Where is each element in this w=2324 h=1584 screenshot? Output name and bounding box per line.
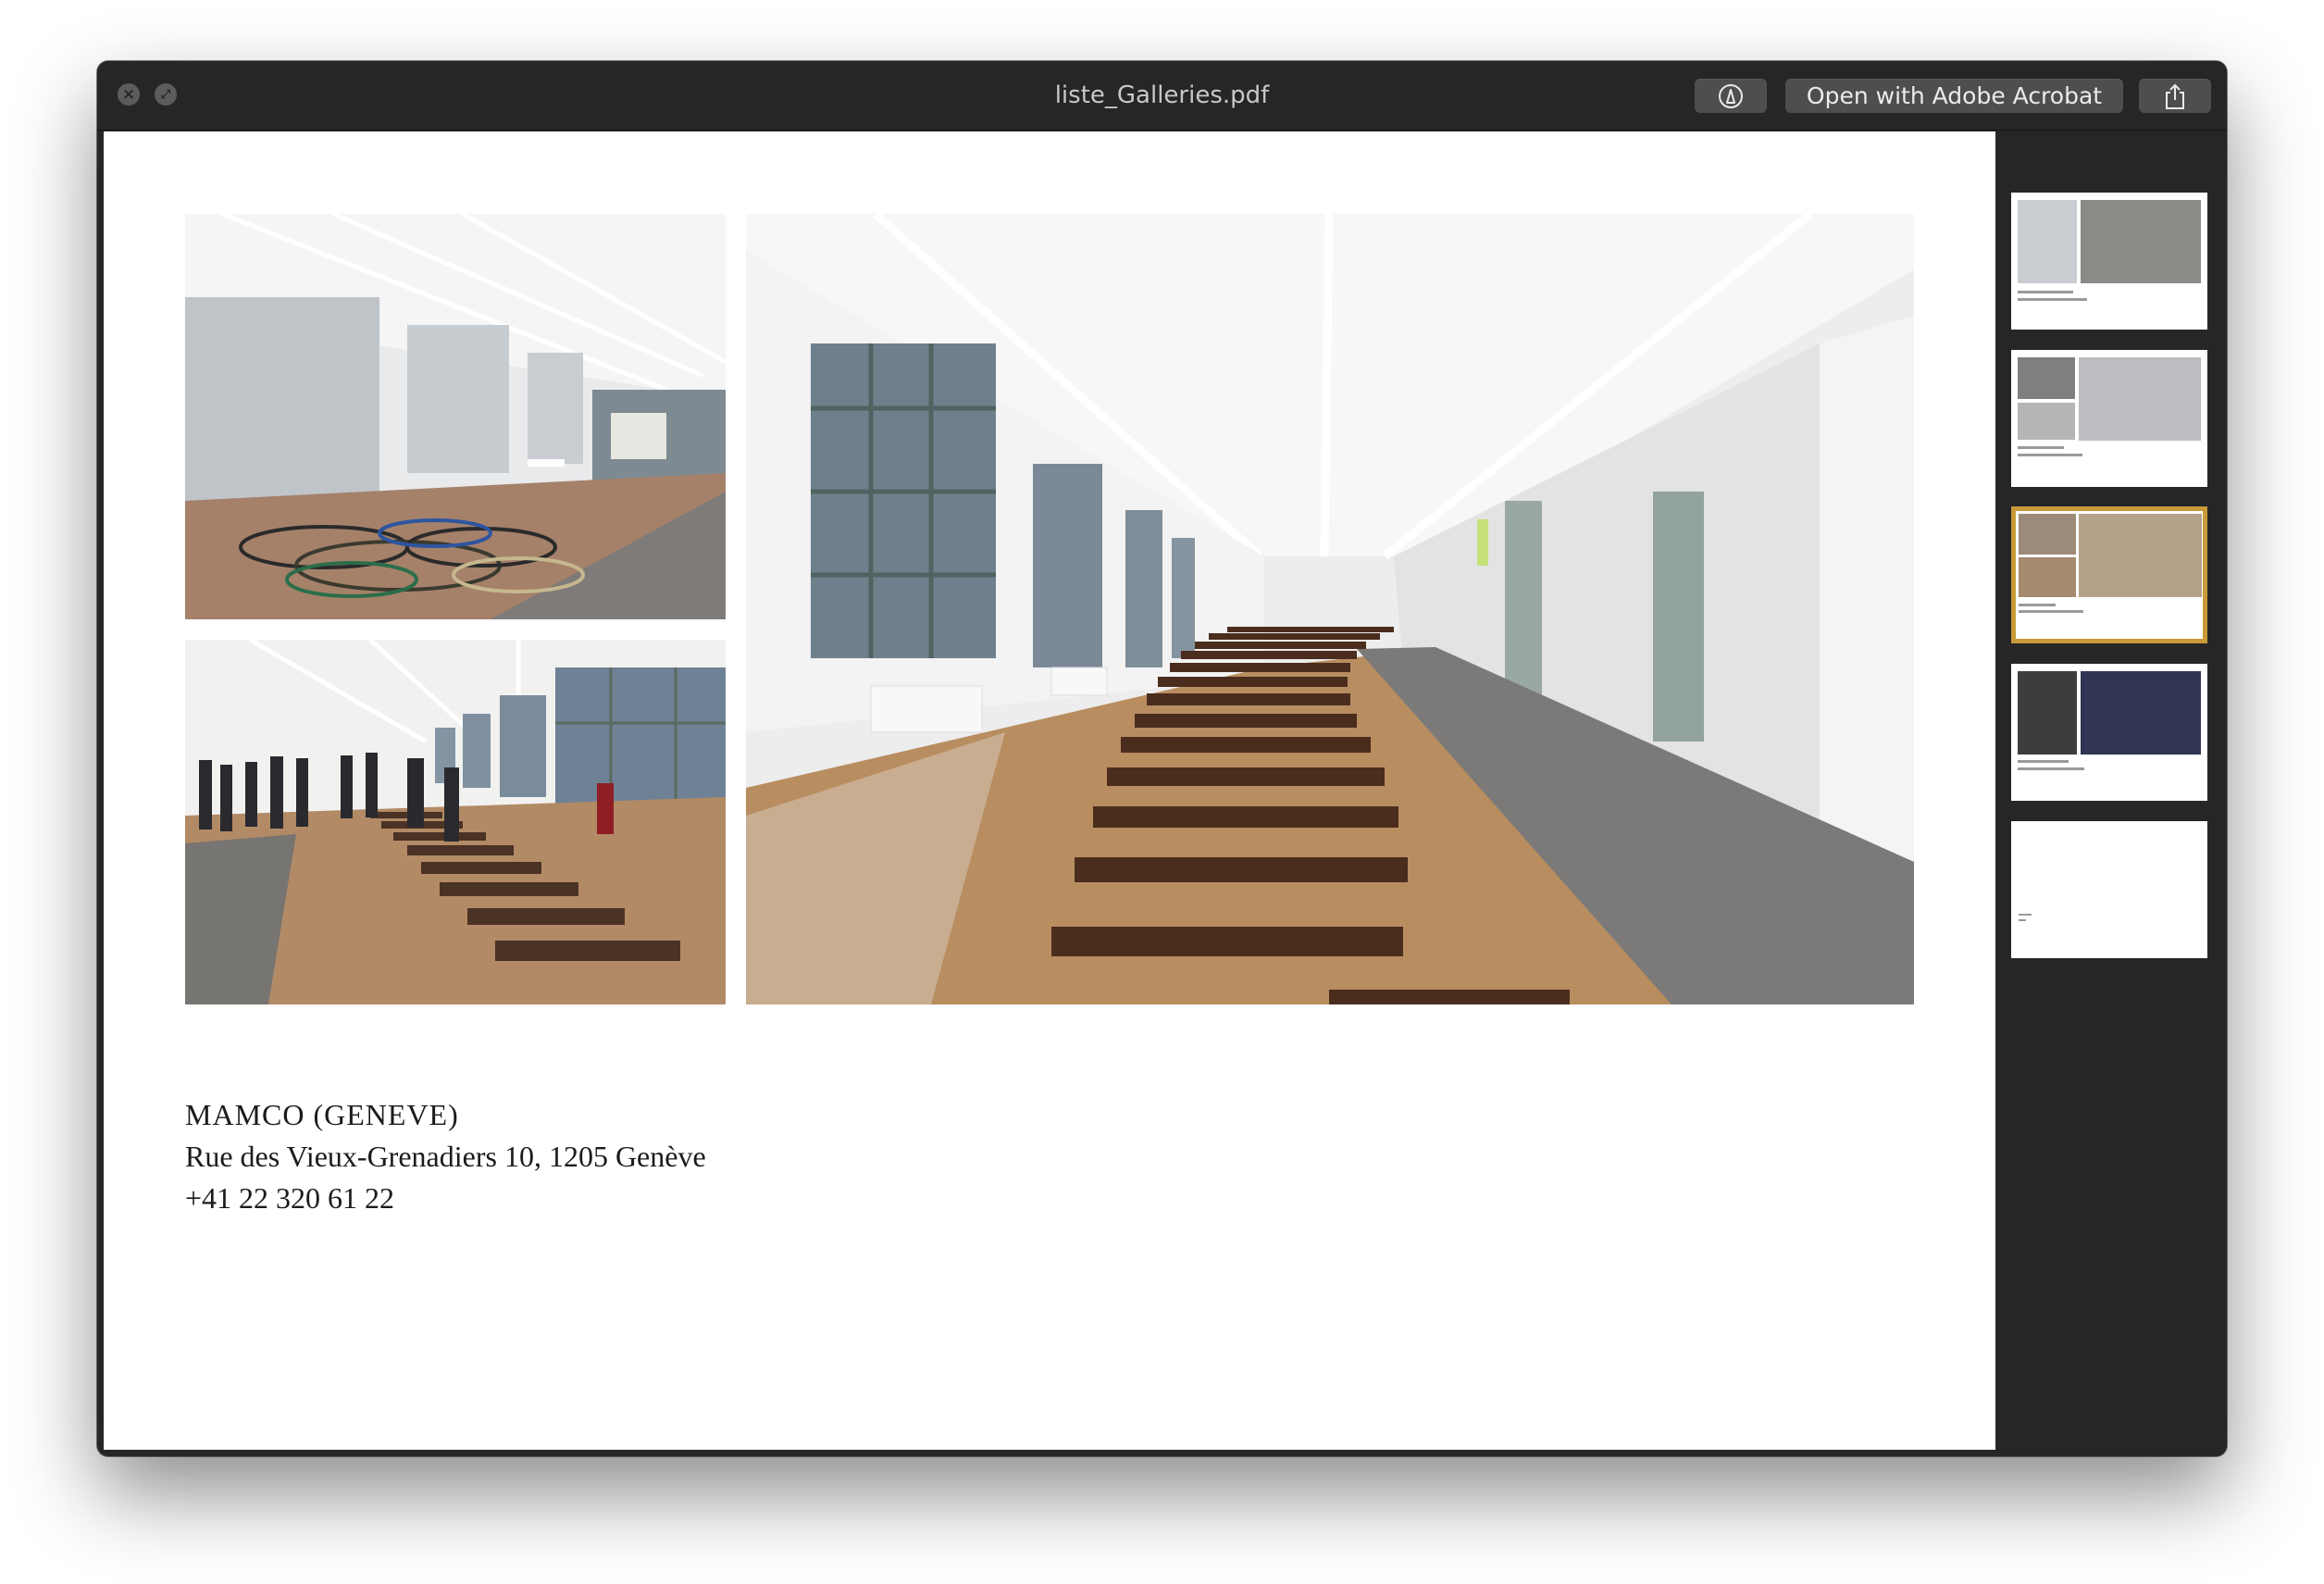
gallery-photo-main xyxy=(746,214,1914,1004)
share-button[interactable] xyxy=(2139,79,2211,113)
thumbnail-image xyxy=(2018,403,2075,440)
gallery-photo-cables xyxy=(185,214,726,619)
fullscreen-button[interactable]: ⤢ xyxy=(155,83,177,106)
thumbnail-text-line xyxy=(2019,604,2056,606)
page-thumbnail-selected[interactable] xyxy=(2011,506,2207,643)
thumbnail-text-line xyxy=(2019,914,2032,916)
gallery-phone: +41 22 320 61 22 xyxy=(185,1181,395,1215)
thumbnail-image xyxy=(2079,514,2202,597)
title-bar: × ⤢ liste_Galleries.pdf Open with Adobe … xyxy=(97,61,2227,131)
close-button[interactable]: × xyxy=(118,83,140,106)
thumbnail-text-line xyxy=(2018,298,2087,301)
thumbnail-text-line xyxy=(2018,760,2069,763)
fullscreen-icon: ⤢ xyxy=(160,87,171,102)
thumbnail-sidebar xyxy=(1995,131,2227,1456)
thumbnail-image xyxy=(2018,357,2075,399)
page-thumbnail[interactable] xyxy=(2011,821,2207,958)
thumbnail-text-line xyxy=(2018,291,2073,293)
share-icon xyxy=(2166,83,2184,109)
markup-button[interactable] xyxy=(1695,79,1767,113)
pdf-page: MAMCO (GENEVE) Rue des Vieux-Grenadiers … xyxy=(104,131,1995,1450)
thumbnail-text-line xyxy=(2019,610,2083,613)
page-thumbnail[interactable] xyxy=(2011,350,2207,487)
thumbnail-image xyxy=(2019,514,2076,555)
thumbnail-image xyxy=(2079,357,2201,441)
thumbnail-image xyxy=(2081,200,2201,283)
gallery-photo-visitors xyxy=(185,640,726,1004)
gallery-name: MAMCO (GENEVE) xyxy=(185,1098,459,1131)
thumbnail-image xyxy=(2019,557,2076,597)
markup-pen-icon xyxy=(1719,83,1743,108)
thumbnail-text-line xyxy=(2018,767,2084,770)
gallery-info: MAMCO (GENEVE) Rue des Vieux-Grenadiers … xyxy=(185,1094,706,1219)
thumbnail-image xyxy=(2018,200,2077,283)
thumbnail-text-line xyxy=(2019,919,2026,921)
quick-look-window: × ⤢ liste_Galleries.pdf Open with Adobe … xyxy=(97,61,2227,1456)
page-thumbnail[interactable] xyxy=(2011,664,2207,801)
page-thumbnail[interactable] xyxy=(2011,193,2207,330)
thumbnail-text-line xyxy=(2018,454,2082,456)
close-icon: × xyxy=(121,84,136,104)
gallery-address: Rue des Vieux-Grenadiers 10, 1205 Genève xyxy=(185,1140,706,1173)
thumbnail-image xyxy=(2018,671,2077,755)
thumbnail-image xyxy=(2081,671,2201,755)
open-with-acrobat-button[interactable]: Open with Adobe Acrobat xyxy=(1785,79,2123,113)
thumbnail-text-line xyxy=(2018,446,2064,449)
